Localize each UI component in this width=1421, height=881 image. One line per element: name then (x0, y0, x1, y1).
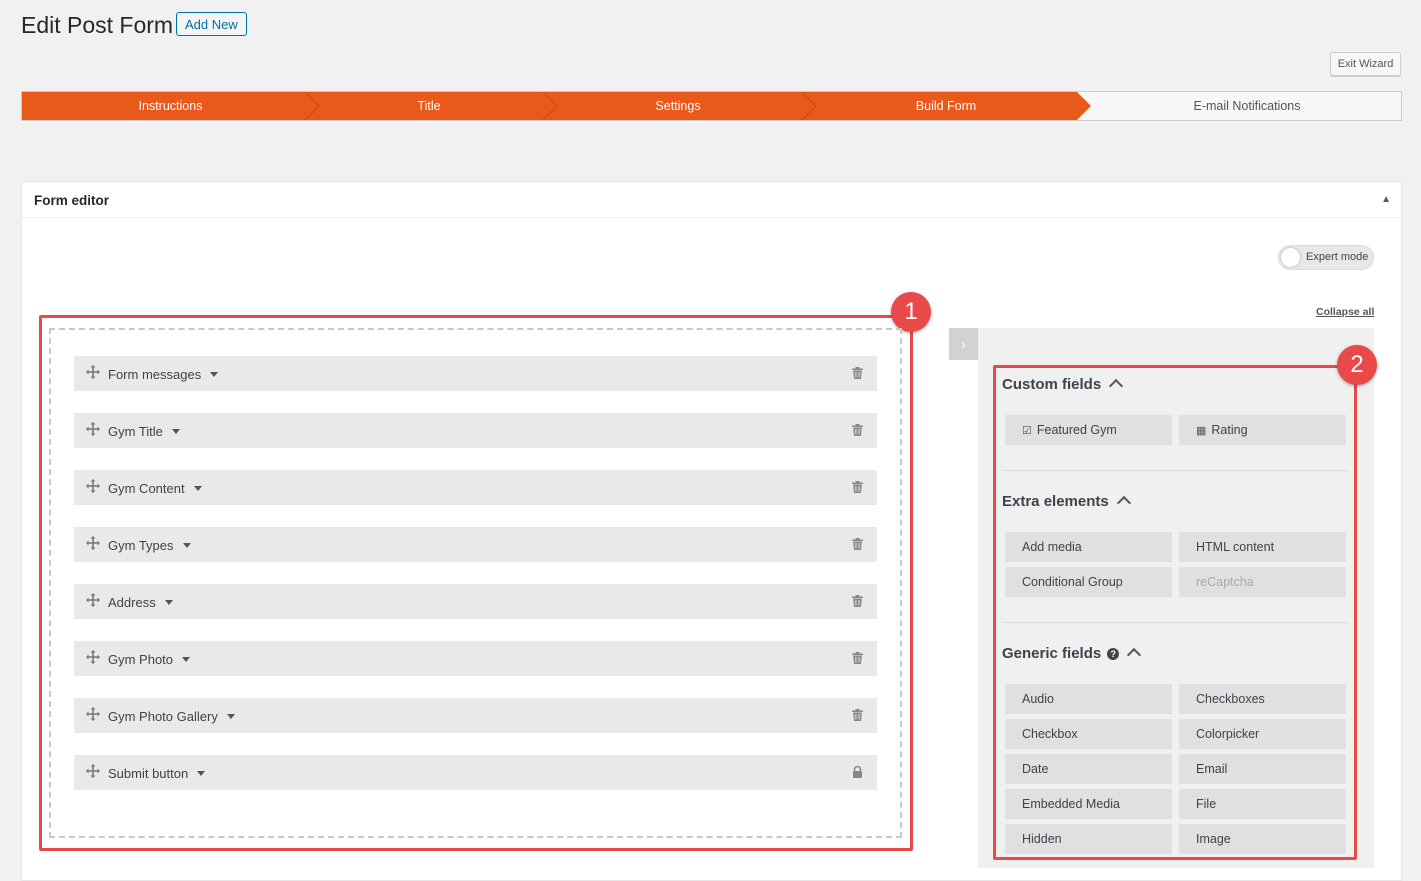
step-email-notifications[interactable]: E-mail Notifications (1092, 92, 1402, 120)
trash-icon[interactable] (852, 709, 863, 721)
step-instructions[interactable]: Instructions (22, 92, 319, 120)
page-title: Edit Post Form (21, 12, 174, 38)
expert-mode-toggle[interactable]: Expert mode (1278, 245, 1374, 270)
caret-down-icon[interactable] (171, 429, 180, 434)
toggle-sidebar-icon[interactable]: › (949, 328, 978, 360)
step-build-form[interactable]: Build Form (816, 92, 1076, 120)
drag-handle-icon[interactable] (86, 422, 100, 436)
form-field-label[interactable]: Form messages (108, 367, 219, 382)
exit-wizard-button[interactable]: Exit Wizard (1330, 52, 1401, 76)
caret-down-icon[interactable] (182, 543, 191, 548)
drag-handle-icon[interactable] (86, 479, 100, 493)
caret-down-icon[interactable] (226, 714, 235, 719)
form-field-label[interactable]: Gym Photo Gallery (108, 709, 235, 724)
panel-title: Form editor (34, 193, 110, 208)
callout-frame-2 (993, 365, 1357, 860)
form-field-name: Gym Title (108, 424, 163, 439)
trash-icon[interactable] (852, 367, 863, 379)
drag-handle-icon[interactable] (86, 707, 100, 721)
callout-badge-2: 2 (1337, 345, 1377, 385)
form-field-row[interactable]: Gym Content (74, 470, 877, 505)
drag-handle-icon[interactable] (86, 764, 100, 778)
form-field-name: Address (108, 595, 156, 610)
trash-icon[interactable] (852, 481, 863, 493)
caret-down-icon[interactable] (182, 657, 191, 662)
form-field-name: Gym Types (108, 538, 174, 553)
form-field-row[interactable]: Gym Types (74, 527, 877, 562)
form-field-row[interactable]: Address (74, 584, 877, 619)
form-field-label[interactable]: Gym Photo (108, 652, 191, 667)
form-field-label[interactable]: Gym Content (108, 481, 202, 496)
form-field-row[interactable]: Gym Title (74, 413, 877, 448)
lock-icon (852, 765, 863, 778)
collapse-arrow-icon[interactable]: ▲ (1381, 194, 1391, 205)
collapse-all-link[interactable]: Collapse all (1316, 306, 1374, 318)
wizard-steps: Instructions Title Settings Build Form E… (21, 91, 1402, 121)
form-field-name: Form messages (108, 367, 202, 382)
add-new-button[interactable]: Add New (176, 12, 247, 36)
caret-down-icon[interactable] (210, 372, 219, 377)
drag-handle-icon[interactable] (86, 365, 100, 379)
trash-icon[interactable] (852, 424, 863, 436)
step-settings[interactable]: Settings (557, 92, 799, 120)
form-field-row[interactable]: Gym Photo (74, 641, 877, 676)
form-field-label[interactable]: Submit button (108, 766, 206, 781)
caret-down-icon[interactable] (193, 486, 202, 491)
drag-handle-icon[interactable] (86, 650, 100, 664)
drag-handle-icon[interactable] (86, 593, 100, 607)
drag-handle-icon[interactable] (86, 536, 100, 550)
form-field-label[interactable]: Gym Title (108, 424, 180, 439)
toggle-knob (1281, 248, 1300, 267)
caret-down-icon[interactable] (197, 771, 206, 776)
form-field-name: Gym Content (108, 481, 185, 496)
step-title[interactable]: Title (319, 92, 539, 120)
caret-down-icon[interactable] (164, 600, 173, 605)
form-field-name: Gym Photo (108, 652, 174, 667)
form-field-row[interactable]: Submit button (74, 755, 877, 790)
trash-icon[interactable] (852, 652, 863, 664)
form-field-name: Submit button (108, 766, 189, 781)
form-field-name: Gym Photo Gallery (108, 709, 218, 724)
callout-badge-1: 1 (891, 292, 931, 332)
form-field-label[interactable]: Address (108, 595, 173, 610)
trash-icon[interactable] (852, 538, 863, 550)
trash-icon[interactable] (852, 595, 863, 607)
form-field-row[interactable]: Form messages (74, 356, 877, 391)
form-field-row[interactable]: Gym Photo Gallery (74, 698, 877, 733)
form-field-label[interactable]: Gym Types (108, 538, 191, 553)
panel-header[interactable]: Form editor ▲ (22, 182, 1401, 218)
expert-mode-label: Expert mode (1306, 251, 1369, 263)
